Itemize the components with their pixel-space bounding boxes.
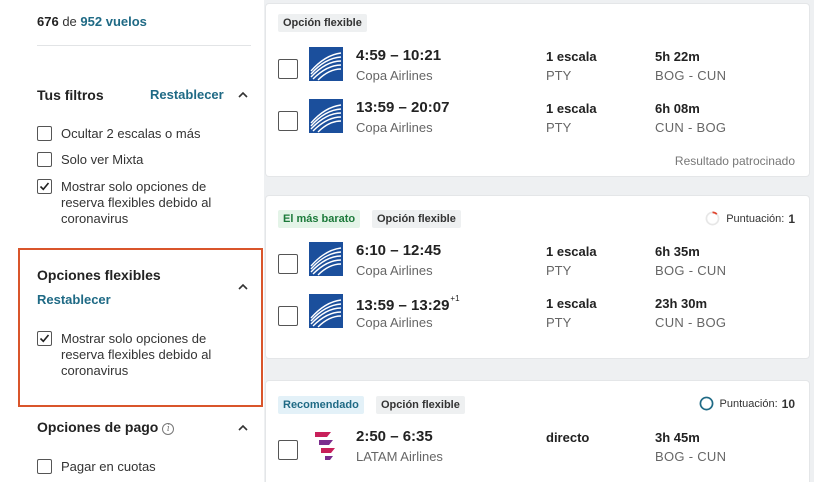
score-value: 1 <box>788 211 795 226</box>
filter-flexible-covid[interactable]: Mostrar solo opciones de reserva flexibl… <box>37 179 236 227</box>
leg-checkbox[interactable] <box>278 254 298 274</box>
route: BOG - CUN <box>655 263 727 278</box>
duration: 6h 35m <box>655 244 700 259</box>
layover-airport: PTY <box>546 315 572 330</box>
flight-leg[interactable]: 2:50 – 6:35 LATAM Airlines directo 3h 45… <box>266 428 809 478</box>
latam-airlines-logo-icon <box>315 432 335 460</box>
filter-only-mixed[interactable]: Solo ver Mixta <box>37 152 236 168</box>
checkbox-label: Mostrar solo opciones de reserva flexibl… <box>61 331 212 378</box>
copa-airlines-logo-icon <box>309 294 343 328</box>
chevron-up-icon[interactable] <box>236 421 250 435</box>
plus-day-indicator: +1 <box>450 294 460 303</box>
score-ring-icon <box>705 211 720 226</box>
flexible-options-title: Opciones flexibles <box>37 267 161 283</box>
score-ring-icon <box>699 396 713 411</box>
payment-options-label: Opciones de pago <box>37 419 159 435</box>
checkbox-label: Ocultar 2 escalas o más <box>61 126 201 141</box>
flight-leg[interactable]: 13:59 – 13:29+1 Copa Airlines 1 escala P… <box>266 294 809 344</box>
airline-name: Copa Airlines <box>356 68 433 83</box>
copa-airlines-logo-icon <box>309 47 343 81</box>
checkbox[interactable] <box>37 126 52 141</box>
flight-times: 13:59 – 20:07 <box>356 99 450 116</box>
your-filters-reset-link[interactable]: Restablecer <box>150 87 224 102</box>
airline-name: LATAM Airlines <box>356 449 443 464</box>
route: CUN - BOG <box>655 315 727 330</box>
filter-pay-installments[interactable]: Pagar en cuotas <box>37 459 236 475</box>
checkbox-checked[interactable] <box>37 331 52 346</box>
airline-name: Copa Airlines <box>356 263 433 278</box>
filter-sidebar: 676 de 952 vuelos Tus filtros Restablece… <box>0 0 264 482</box>
leg-checkbox[interactable] <box>278 306 298 326</box>
checkbox-label: Pagar en cuotas <box>61 459 156 474</box>
tag-recommended: Recomendado <box>278 396 364 414</box>
stops: directo <box>546 430 590 445</box>
check-icon <box>39 334 50 343</box>
info-icon[interactable]: i <box>162 423 175 435</box>
airline-name: Copa Airlines <box>356 120 433 135</box>
result-card[interactable]: Recomendado Opción flexible Puntuación: … <box>266 381 809 482</box>
checkbox[interactable] <box>37 152 52 167</box>
score-value: 10 <box>781 396 795 411</box>
flight-times: 6:10 – 12:45 <box>356 242 442 259</box>
chevron-up-icon[interactable] <box>236 88 250 102</box>
times-text: 13:59 – 13:29 <box>356 297 450 314</box>
payment-options-title: Opciones de pago i <box>37 419 175 435</box>
leg-checkbox[interactable] <box>278 440 298 460</box>
copa-airlines-logo-icon <box>309 242 343 276</box>
duration: 5h 22m <box>655 49 700 64</box>
score-label: Puntuación: <box>726 212 785 225</box>
flight-times: 4:59 – 10:21 <box>356 47 442 64</box>
check-icon <box>39 182 50 191</box>
tag-flexible: Opción flexible <box>376 396 465 414</box>
checkbox-checked[interactable] <box>37 179 52 194</box>
results-shown: 676 <box>37 14 59 29</box>
stops: 1 escala <box>546 101 597 116</box>
results-count: 676 de 952 vuelos <box>37 14 147 29</box>
layover-airport: PTY <box>546 68 572 83</box>
score: Puntuación: 10 <box>699 396 795 411</box>
score-label: Puntuación: <box>719 397 778 410</box>
total-flights-link[interactable]: 952 vuelos <box>80 14 147 29</box>
duration: 6h 08m <box>655 101 700 116</box>
chevron-up-icon[interactable] <box>236 280 250 294</box>
route: CUN - BOG <box>655 120 727 135</box>
stops: 1 escala <box>546 244 597 259</box>
tag-cheapest: El más barato <box>278 210 361 228</box>
flight-times: 2:50 – 6:35 <box>356 428 433 445</box>
checkbox[interactable] <box>37 459 52 474</box>
airline-name: Copa Airlines <box>356 315 433 330</box>
tag-flexible: Opción flexible <box>278 14 367 32</box>
sponsored-label: Resultado patrocinado <box>674 154 795 168</box>
leg-checkbox[interactable] <box>278 111 298 131</box>
duration: 23h 30m <box>655 296 708 311</box>
copa-airlines-logo-icon <box>309 99 343 133</box>
layover-airport: PTY <box>546 120 572 135</box>
layover-airport: PTY <box>546 263 572 278</box>
flight-leg[interactable]: 4:59 – 10:21 Copa Airlines 1 escala PTY … <box>266 47 809 97</box>
flight-leg[interactable]: 13:59 – 20:07 Copa Airlines 1 escala PTY… <box>266 99 809 149</box>
duration: 3h 45m <box>655 430 700 445</box>
score: Puntuación: 1 <box>705 211 795 226</box>
tag-flexible: Opción flexible <box>372 210 461 228</box>
route: BOG - CUN <box>655 449 727 464</box>
flight-leg[interactable]: 6:10 – 12:45 Copa Airlines 1 escala PTY … <box>266 242 809 292</box>
checkbox-label: Mostrar solo opciones de reserva flexibl… <box>61 179 212 226</box>
divider <box>37 45 251 46</box>
flexible-covid-option[interactable]: Mostrar solo opciones de reserva flexibl… <box>37 331 236 379</box>
filter-hide-2-stops[interactable]: Ocultar 2 escalas o más <box>37 126 236 142</box>
flight-times: 13:59 – 13:29+1 <box>356 294 460 314</box>
results-of: de <box>62 14 77 29</box>
stops: 1 escala <box>546 49 597 64</box>
your-filters-title: Tus filtros <box>37 87 104 103</box>
flexible-options-reset-link[interactable]: Restablecer <box>37 292 111 307</box>
result-card[interactable]: Opción flexible 4:59 – 10:21 Copa Airlin… <box>266 4 809 176</box>
stops: 1 escala <box>546 296 597 311</box>
leg-checkbox[interactable] <box>278 59 298 79</box>
route: BOG - CUN <box>655 68 727 83</box>
result-card[interactable]: El más barato Opción flexible Puntuación… <box>266 196 809 358</box>
checkbox-label: Solo ver Mixta <box>61 152 144 167</box>
